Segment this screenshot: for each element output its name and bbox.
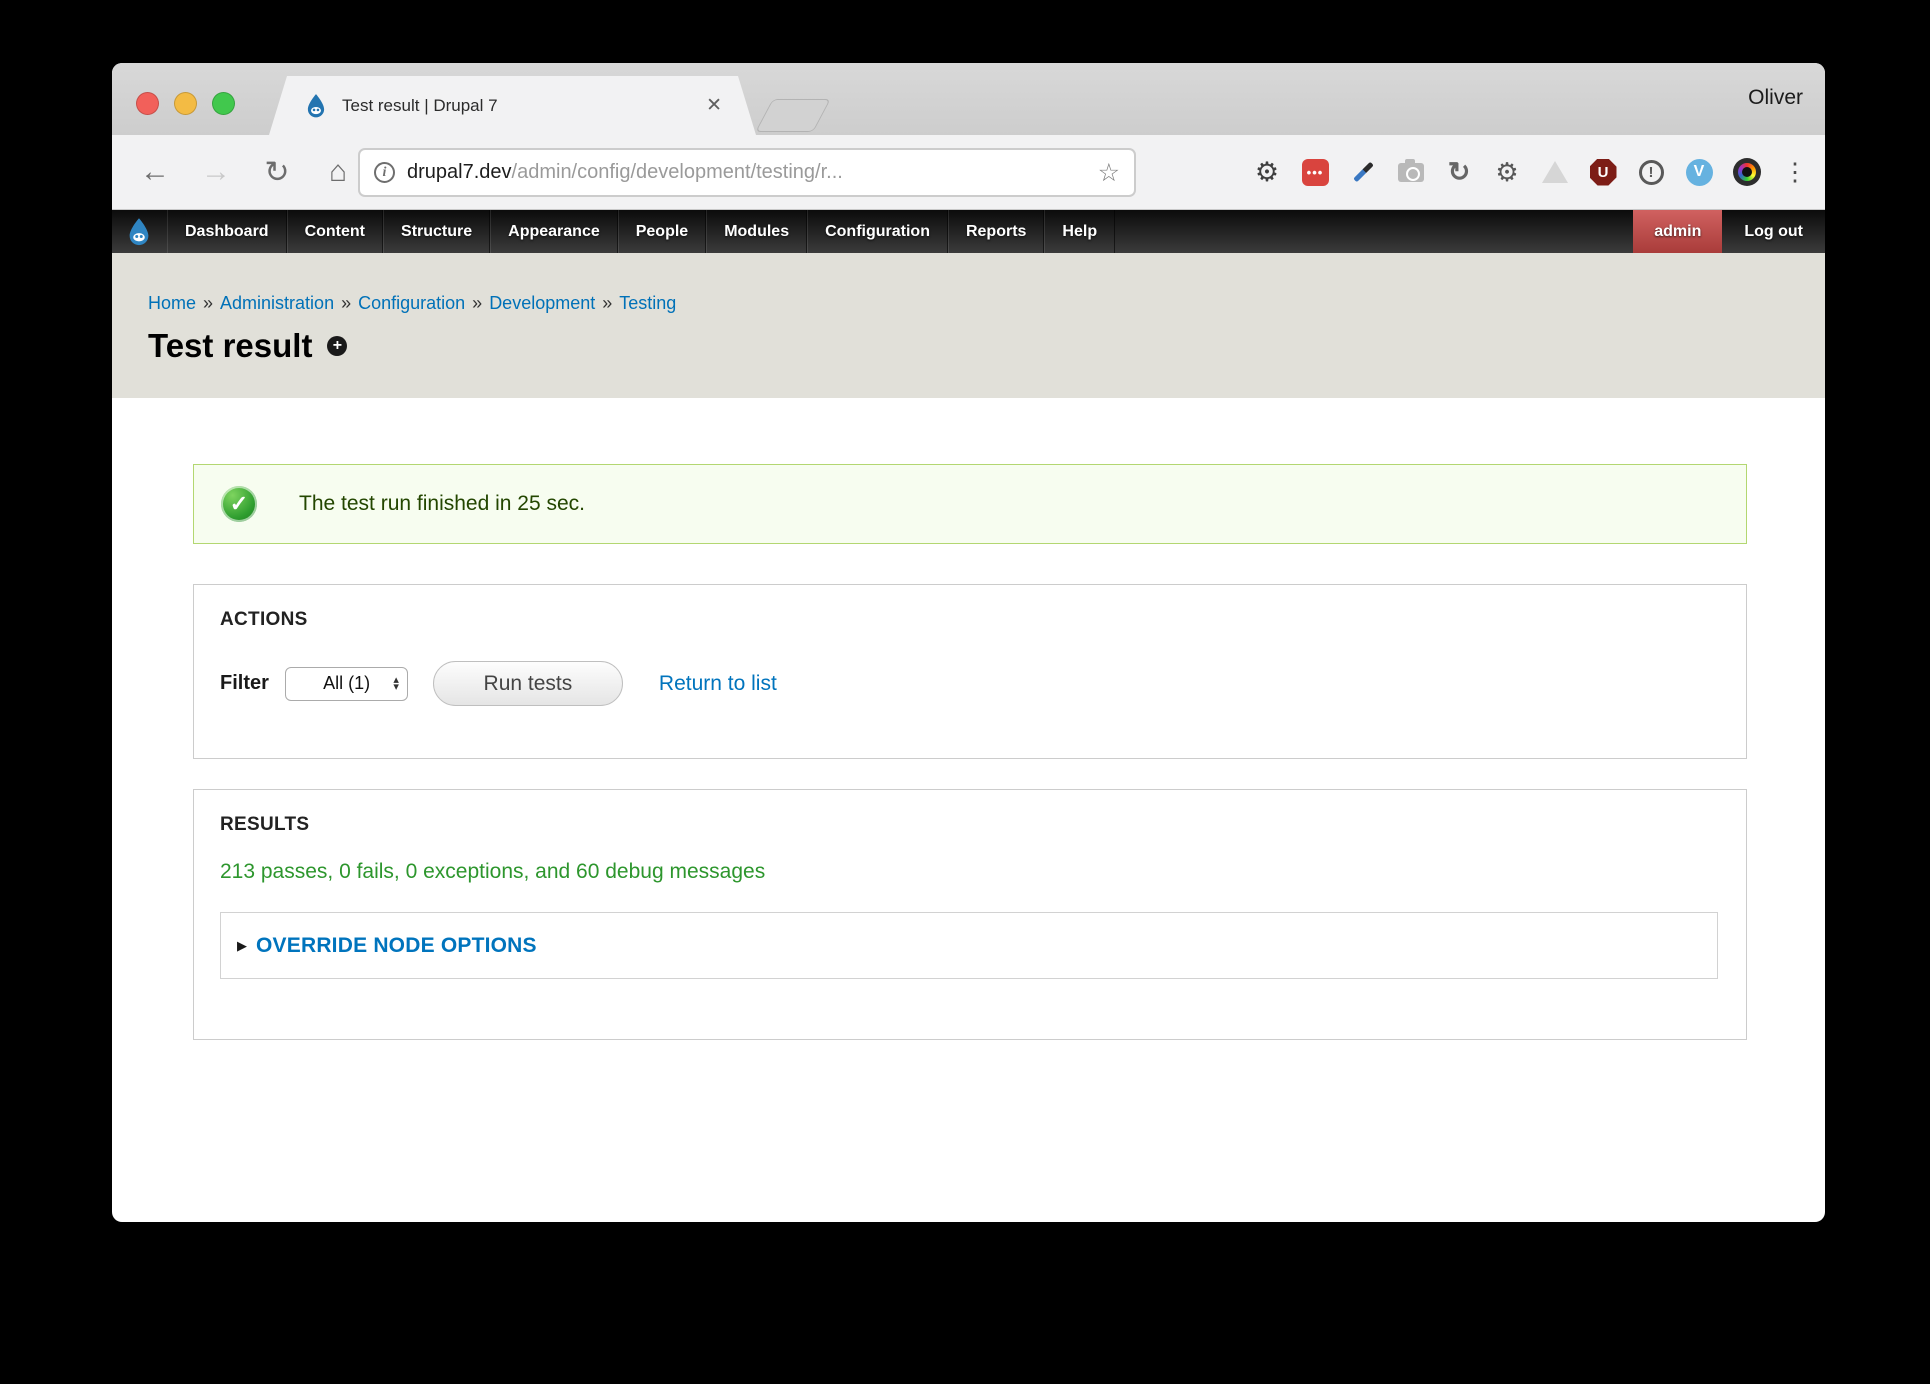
address-bar[interactable]: i drupal7.dev/admin/config/development/t…	[358, 148, 1136, 197]
status-message-text: The test run finished in 25 sec.	[299, 492, 585, 516]
run-tests-button[interactable]: Run tests	[433, 661, 623, 706]
forward-icon: →	[199, 155, 233, 189]
toolbar-item-reports[interactable]: Reports	[948, 210, 1044, 253]
drive-triangle-icon[interactable]	[1541, 158, 1569, 186]
breadcrumb-home[interactable]: Home	[148, 293, 196, 313]
results-heading: RESULTS	[220, 814, 1720, 836]
tab-strip: Test result | Drupal 7 ✕ Oliver	[112, 63, 1825, 135]
add-shortcut-icon[interactable]: +	[327, 336, 347, 356]
breadcrumb-testing[interactable]: Testing	[619, 293, 676, 313]
drive-shape	[1542, 161, 1568, 183]
lastpass-dots: •••	[1302, 159, 1329, 186]
page-header: Home » Administration » Configuration » Develo…	[112, 253, 1825, 398]
breadcrumb-separator: »	[341, 293, 351, 313]
select-arrow-down: ▾	[393, 684, 399, 691]
zoom-window-button[interactable]	[212, 92, 235, 115]
toolbar-spacer	[1115, 210, 1633, 253]
back-icon[interactable]: ←	[138, 155, 172, 189]
drupal-logo-icon	[124, 217, 154, 247]
lens-icon[interactable]	[1733, 158, 1761, 186]
camera-icon[interactable]	[1397, 158, 1425, 186]
breadcrumb-separator: »	[203, 293, 213, 313]
results-summary: 213 passes, 0 fails, 0 exceptions, and 6…	[220, 860, 1720, 884]
url-host: drupal7.dev	[407, 161, 512, 184]
spiky-gear-icon[interactable]: ⚙	[1493, 158, 1521, 186]
bookmark-star-icon[interactable]: ☆	[1098, 158, 1120, 188]
override-node-options-link[interactable]: OVERRIDE NODE OPTIONS	[256, 934, 537, 958]
actions-heading: ACTIONS	[220, 609, 1720, 631]
filter-label: Filter	[220, 672, 269, 695]
exclamation-circle-icon[interactable]: !	[1637, 158, 1665, 186]
page-info-icon[interactable]: i	[374, 162, 395, 183]
select-arrows-icon: ▴▾	[393, 677, 399, 691]
toolbar-item-content[interactable]: Content	[287, 210, 383, 253]
filter-select[interactable]: All (1) ▴▾	[285, 667, 408, 701]
breadcrumb: Home » Administration » Configuration » Develo…	[148, 293, 1789, 314]
profile-name[interactable]: Oliver	[1748, 86, 1803, 110]
drupal-favicon-icon	[303, 93, 329, 119]
toolbar-logout[interactable]: Log out	[1722, 210, 1825, 253]
minimize-window-button[interactable]	[174, 92, 197, 115]
tab-title: Test result | Drupal 7	[342, 96, 706, 116]
browser-menu-icon[interactable]: ⋮	[1781, 158, 1809, 186]
breadcrumb-separator: »	[602, 293, 612, 313]
nav-buttons: ← → ↻ ⌂	[138, 135, 355, 209]
toolbar-item-configuration[interactable]: Configuration	[807, 210, 948, 253]
breadcrumb-administration[interactable]: Administration	[220, 293, 334, 313]
toolbar-item-help[interactable]: Help	[1044, 210, 1115, 253]
breadcrumb-configuration[interactable]: Configuration	[358, 293, 465, 313]
page-content: ✓ The test run finished in 25 sec. ACTIO…	[112, 398, 1825, 1040]
success-check-icon: ✓	[221, 486, 257, 522]
eyedropper-icon[interactable]	[1349, 158, 1377, 186]
lens-shape	[1733, 158, 1761, 186]
ublock-letter: U	[1590, 159, 1617, 186]
results-panel: RESULTS 213 passes, 0 fails, 0 exception…	[193, 789, 1747, 1040]
breadcrumb-separator: »	[472, 293, 482, 313]
toolbar-item-people[interactable]: People	[618, 210, 706, 253]
tab-test-result[interactable]: Test result | Drupal 7 ✕	[269, 76, 756, 135]
extension-icons: ⚙ ••• ↻ ⚙ U ! V ⋮	[1253, 135, 1809, 209]
close-window-button[interactable]	[136, 92, 159, 115]
return-to-list-link[interactable]: Return to list	[659, 672, 777, 696]
browser-window: Test result | Drupal 7 ✕ Oliver ← → ↻ ⌂ …	[112, 63, 1825, 1222]
page-title: Test result	[148, 327, 312, 365]
filter-select-value: All (1)	[300, 673, 393, 694]
password-manager-icon[interactable]: •••	[1301, 158, 1329, 186]
ublock-icon[interactable]: U	[1589, 158, 1617, 186]
override-node-options-fieldset[interactable]: ▶ OVERRIDE NODE OPTIONS	[220, 912, 1718, 979]
traffic-lights	[136, 92, 235, 115]
status-message: ✓ The test run finished in 25 sec.	[193, 464, 1747, 544]
drupal-admin-toolbar: Dashboard Content Structure Appearance P…	[112, 210, 1825, 253]
url-path: /admin/config/development/testing/r...	[512, 161, 843, 184]
collapse-arrow-icon: ▶	[237, 938, 247, 954]
toolbar-user-admin[interactable]: admin	[1633, 210, 1722, 253]
reload-icon[interactable]: ↻	[260, 155, 294, 190]
browser-toolbar: ← → ↻ ⌂ i drupal7.dev/admin/config/devel…	[112, 135, 1825, 210]
bang-letter: !	[1639, 160, 1664, 185]
vimium-icon[interactable]: V	[1685, 158, 1713, 186]
toolbar-item-appearance[interactable]: Appearance	[490, 210, 618, 253]
filter-row: Filter All (1) ▴▾ Run tests Return to li…	[220, 661, 1720, 706]
home-icon[interactable]: ⌂	[321, 155, 355, 189]
toolbar-item-dashboard[interactable]: Dashboard	[167, 210, 287, 253]
camera-shape	[1398, 163, 1424, 182]
vimium-letter: V	[1686, 159, 1713, 186]
new-tab-button[interactable]	[755, 99, 831, 132]
toolbar-item-structure[interactable]: Structure	[383, 210, 490, 253]
settings-gear-icon[interactable]: ⚙	[1253, 158, 1281, 186]
eyedropper-shape	[1353, 162, 1374, 183]
refresh-extension-icon[interactable]: ↻	[1445, 158, 1473, 186]
breadcrumb-development[interactable]: Development	[489, 293, 595, 313]
tab-close-icon[interactable]: ✕	[706, 94, 722, 117]
actions-panel: ACTIONS Filter All (1) ▴▾ Run tests Retu…	[193, 584, 1747, 759]
toolbar-item-modules[interactable]: Modules	[706, 210, 807, 253]
